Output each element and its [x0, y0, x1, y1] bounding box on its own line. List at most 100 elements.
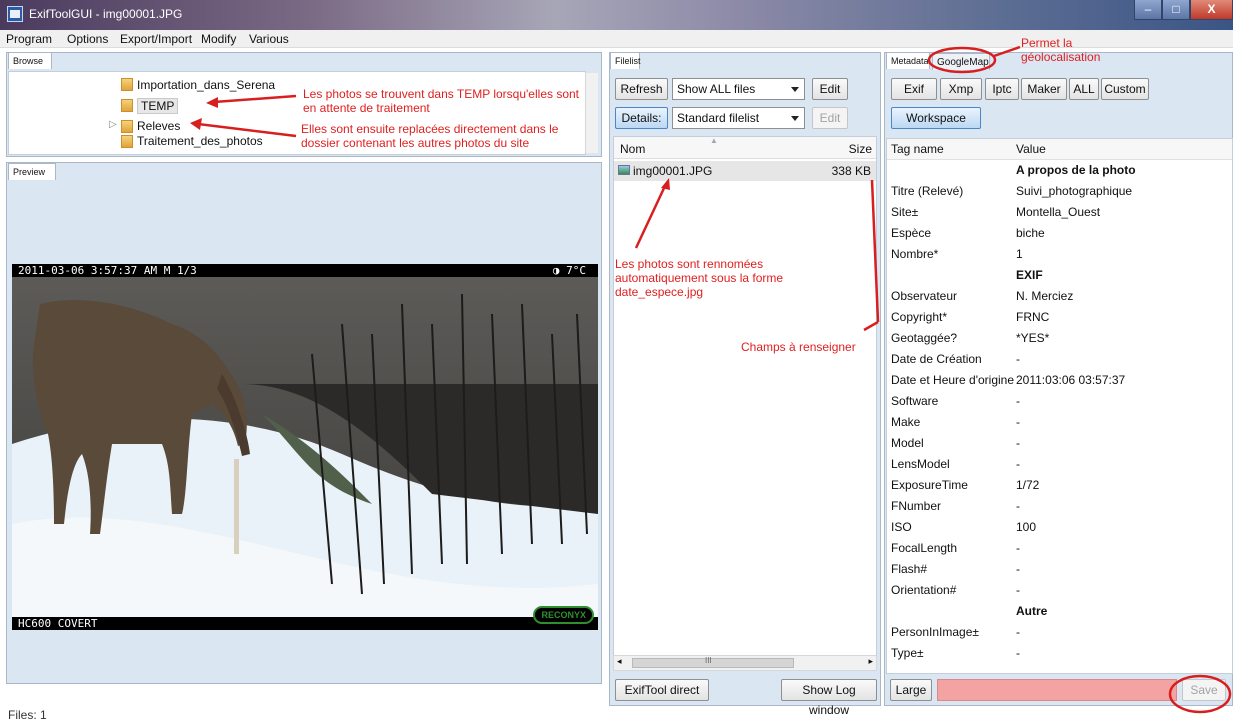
- preview-image: 2011-03-06 3:57:37 AM M 1/3 ◑ 7°C HC600 …: [12, 264, 598, 630]
- table-row[interactable]: PersonInImage± -: [887, 622, 1232, 643]
- exif-button[interactable]: Exif: [891, 78, 937, 100]
- folder-icon: [121, 99, 133, 112]
- table-row[interactable]: Observateur N. Merciez: [887, 286, 1232, 307]
- photo-temperature: ◑ 7°C: [552, 264, 586, 277]
- file-filter-select[interactable]: Show ALL files: [672, 78, 805, 100]
- tag-name: Orientation#: [891, 583, 957, 597]
- fields-annotation: Champs à renseigner: [741, 340, 856, 354]
- expand-arrow-icon[interactable]: ▷: [109, 119, 117, 130]
- all-button[interactable]: ALL: [1069, 78, 1099, 100]
- tree-item-traitement[interactable]: Traitement_des_photos: [137, 134, 263, 148]
- table-row[interactable]: Orientation# -: [887, 580, 1232, 601]
- table-row[interactable]: Make -: [887, 412, 1232, 433]
- tag-value: -: [1016, 646, 1020, 660]
- maximize-button[interactable]: □: [1162, 0, 1190, 20]
- table-row[interactable]: A propos de la photo: [887, 160, 1232, 181]
- table-row[interactable]: ISO 100: [887, 517, 1232, 538]
- table-row[interactable]: ExposureTime 1/72: [887, 475, 1232, 496]
- tag-name: Date de Création: [891, 352, 982, 366]
- custom-value-input[interactable]: [937, 679, 1177, 701]
- menu-program[interactable]: Program: [6, 32, 52, 46]
- table-row[interactable]: Titre (Relevé) Suivi_photographique: [887, 181, 1232, 202]
- tree-item-temp[interactable]: TEMP: [137, 98, 179, 114]
- column-tag-name[interactable]: Tag name: [891, 142, 1015, 156]
- tree-item-importation[interactable]: Importation_dans_Serena: [137, 78, 275, 92]
- workspace-button[interactable]: Workspace: [891, 107, 981, 129]
- tag-value: Montella_Ouest: [1016, 205, 1101, 219]
- moved-annotation: Elles sont ensuite replacées directement…: [301, 122, 559, 150]
- file-list[interactable]: [613, 136, 877, 656]
- exiftool-direct-button[interactable]: ExifTool direct: [615, 679, 709, 701]
- column-size[interactable]: Size: [849, 142, 872, 156]
- close-button[interactable]: X: [1190, 0, 1233, 20]
- table-row[interactable]: Geotaggée? *YES*: [887, 328, 1232, 349]
- tag-name: FNumber: [891, 499, 942, 513]
- tag-value: Suivi_photographique: [1016, 184, 1133, 198]
- custom-button[interactable]: Custom: [1101, 78, 1149, 100]
- tag-value: -: [1016, 562, 1020, 576]
- minimize-button[interactable]: –: [1134, 0, 1162, 20]
- filelist-view-select[interactable]: Standard filelist: [672, 107, 805, 129]
- large-button[interactable]: Large: [890, 679, 932, 701]
- tag-value: -: [1016, 499, 1020, 513]
- edit-filter-button[interactable]: Edit: [812, 78, 848, 100]
- table-row[interactable]: Copyright* FRNC: [887, 307, 1232, 328]
- temp-annotation: Les photos se trouvent dans TEMP lorsqu'…: [303, 87, 580, 115]
- dropdown-arrow-icon: [791, 116, 799, 121]
- tag-value: Autre: [1016, 604, 1048, 618]
- scroll-left-icon[interactable]: ◂: [617, 656, 622, 667]
- tag-name: Nombre*: [891, 247, 939, 261]
- tab-preview[interactable]: Preview: [8, 163, 56, 180]
- table-row[interactable]: EXIF: [887, 265, 1232, 286]
- table-row[interactable]: Espèce biche: [887, 223, 1232, 244]
- edit-view-button: Edit: [812, 107, 848, 129]
- tab-filelist[interactable]: Filelist: [610, 52, 641, 69]
- image-file-icon: [618, 165, 630, 175]
- table-row[interactable]: Date de Création -: [887, 349, 1232, 370]
- details-button[interactable]: Details:: [615, 107, 668, 129]
- table-row[interactable]: Nombre* 1: [887, 244, 1232, 265]
- tag-value: -: [1016, 394, 1020, 408]
- xmp-button[interactable]: Xmp: [940, 78, 982, 100]
- scroll-right-icon[interactable]: ▸: [868, 656, 873, 667]
- show-log-button[interactable]: Show Log window: [781, 679, 877, 717]
- column-name[interactable]: Nom: [620, 142, 645, 156]
- tag-name: FocalLength: [891, 541, 958, 555]
- table-row[interactable]: FocalLength -: [887, 538, 1232, 559]
- tab-browse[interactable]: Browse: [8, 52, 52, 69]
- metadata-header: Tag name Value: [887, 139, 1232, 160]
- tag-name: Geotaggée?: [891, 331, 958, 345]
- iptc-button[interactable]: Iptc: [985, 78, 1019, 100]
- tag-name: LensModel: [891, 457, 950, 471]
- menu-export-import[interactable]: Export/Import: [120, 32, 192, 46]
- folder-icon: [121, 78, 133, 91]
- tag-name: Type±: [891, 646, 924, 660]
- tag-name: Titre (Relevé): [891, 184, 964, 198]
- tag-name: Observateur: [891, 289, 958, 303]
- metadata-table[interactable]: Tag name Value A propos de la photo Titr…: [886, 138, 1233, 674]
- column-value[interactable]: Value: [1016, 142, 1232, 156]
- tree-item-releves[interactable]: Releves: [137, 119, 180, 133]
- menu-modify[interactable]: Modify: [201, 32, 236, 46]
- table-row[interactable]: Software -: [887, 391, 1232, 412]
- table-row[interactable]: FNumber -: [887, 496, 1232, 517]
- table-row[interactable]: LensModel -: [887, 454, 1232, 475]
- file-list-header: Nom ▲ Size: [614, 136, 876, 159]
- file-row[interactable]: img00001.JPG 338 KB: [614, 161, 876, 181]
- scroll-thumb[interactable]: III: [632, 656, 794, 668]
- menu-various[interactable]: Various: [249, 32, 289, 46]
- camera-model: HC600 COVERT: [18, 617, 98, 630]
- tab-metadata[interactable]: Metadata: [886, 52, 930, 69]
- menu-options[interactable]: Options: [67, 32, 108, 46]
- table-row[interactable]: Site± Montella_Ouest: [887, 202, 1232, 223]
- table-row[interactable]: Date et Heure d'origine 2011:03:06 03:57:…: [887, 370, 1232, 391]
- refresh-button[interactable]: Refresh: [615, 78, 668, 100]
- tab-googlemap[interactable]: GoogleMap: [932, 53, 990, 70]
- table-row[interactable]: Type± -: [887, 643, 1232, 664]
- table-row[interactable]: Flash# -: [887, 559, 1232, 580]
- table-row[interactable]: Model -: [887, 433, 1232, 454]
- sort-indicator-icon: ▲: [710, 136, 718, 145]
- tag-name: PersonInImage±: [891, 625, 979, 639]
- maker-button[interactable]: Maker: [1021, 78, 1067, 100]
- table-row[interactable]: Autre: [887, 601, 1232, 622]
